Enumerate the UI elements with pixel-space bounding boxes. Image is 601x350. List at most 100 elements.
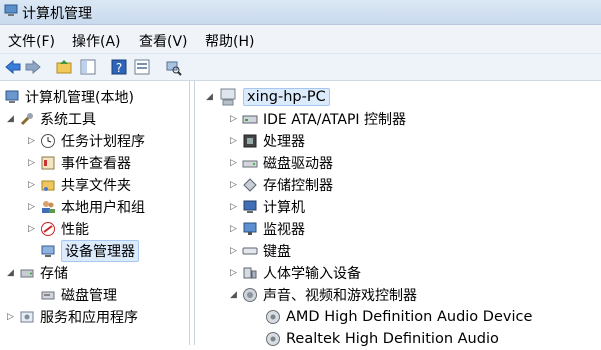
- device-category[interactable]: ▷ 键盘: [229, 240, 291, 262]
- ide-controller-icon: [242, 115, 258, 124]
- device-category-label: 处理器: [263, 134, 305, 150]
- device-category-label: IDE ATA/ATAPI 控制器: [263, 112, 407, 128]
- device-category[interactable]: ▷ IDE ATA/ATAPI 控制器: [229, 108, 406, 130]
- collapsed-arrow-icon[interactable]: ▷: [6, 312, 15, 322]
- menu-bar: 文件(F) 操作(A) 查看(V) 帮助(H): [0, 25, 601, 54]
- computer-icon: [243, 200, 257, 213]
- tree-label: 计算机管理(本地): [25, 90, 134, 106]
- device-category-sound[interactable]: ◢ 声音、视频和游戏控制器: [229, 284, 417, 306]
- device-item[interactable]: AMD High Definition Audio Device: [265, 306, 532, 328]
- device-category-label: 键盘: [263, 244, 291, 260]
- collapsed-arrow-icon[interactable]: ▷: [27, 136, 36, 146]
- collapsed-arrow-icon[interactable]: ▷: [229, 136, 238, 146]
- menu-view[interactable]: 查看(V): [139, 31, 188, 51]
- device-category-label: 监视器: [263, 222, 305, 238]
- collapsed-arrow-icon[interactable]: ▷: [27, 224, 36, 234]
- device-category[interactable]: ▷ 人体学输入设备: [229, 262, 361, 284]
- computer-management-icon: [4, 4, 18, 16]
- storage-icon: [20, 269, 34, 278]
- tree-item-services-apps[interactable]: ▷ 服务和应用程序: [6, 306, 138, 328]
- computer-name: xing-hp-PC: [243, 88, 330, 106]
- keyboard-icon: [242, 247, 258, 255]
- device-category[interactable]: ▷ 存储控制器: [229, 174, 333, 196]
- help-icon[interactable]: ?: [110, 58, 128, 76]
- computer-management-icon: [5, 90, 19, 103]
- services-icon: [20, 311, 34, 323]
- collapsed-arrow-icon[interactable]: ▷: [229, 202, 238, 212]
- device-category-label: 磁盘驱动器: [263, 156, 333, 172]
- device-category-label: 人体学输入设备: [263, 266, 361, 282]
- device-category-label: 声音、视频和游戏控制器: [263, 288, 417, 304]
- device-manager-icon: [41, 245, 55, 257]
- device-tree: ◢ xing-hp-PC ▷ IDE ATA/ATAPI 控制器 ▷ 处理器 ▷…: [194, 81, 601, 347]
- device-category[interactable]: ▷ 监视器: [229, 218, 305, 240]
- back-icon[interactable]: [4, 58, 22, 76]
- disk-drive-icon: [242, 160, 258, 168]
- svg-text:?: ?: [116, 61, 122, 75]
- device-category-label: 计算机: [263, 200, 305, 216]
- tree-item-event-viewer[interactable]: ▷ 事件查看器: [27, 152, 131, 174]
- tree-label-selected: 设备管理器: [61, 240, 139, 262]
- device-item[interactable]: Realtek High Definition Audio: [265, 328, 499, 350]
- menu-help[interactable]: 帮助(H): [205, 31, 254, 51]
- show-hide-tree-icon[interactable]: [79, 58, 97, 76]
- collapsed-arrow-icon[interactable]: ▷: [229, 224, 238, 234]
- collapsed-arrow-icon[interactable]: ▷: [27, 158, 36, 168]
- properties-icon[interactable]: [133, 58, 151, 76]
- performance-icon: [41, 222, 55, 236]
- expanded-arrow-icon[interactable]: ◢: [6, 114, 15, 124]
- device-item-label: AMD High Definition Audio Device: [286, 309, 533, 325]
- expanded-arrow-icon[interactable]: ◢: [6, 268, 15, 278]
- tree-label: 存储: [40, 266, 68, 282]
- device-category[interactable]: ▷ 磁盘驱动器: [229, 152, 333, 174]
- disk-management-icon: [41, 291, 55, 300]
- menu-action[interactable]: 操作(A): [72, 31, 121, 51]
- tree-label: 服务和应用程序: [40, 310, 138, 326]
- clock-icon: [41, 134, 55, 148]
- up-folder-icon[interactable]: [55, 58, 73, 76]
- tree-item-device-manager[interactable]: 设备管理器: [40, 240, 139, 262]
- collapsed-arrow-icon[interactable]: ▷: [229, 158, 238, 168]
- title-bar: 计算机管理: [0, 0, 601, 25]
- processor-icon: [243, 134, 257, 148]
- audio-device-icon: [266, 310, 280, 324]
- tree-item-shared-folders[interactable]: ▷ 共享文件夹: [27, 174, 131, 196]
- users-icon: [42, 201, 55, 213]
- tree-item-system-tools[interactable]: ◢ 系统工具: [6, 108, 96, 130]
- tree-item-root[interactable]: 计算机管理(本地): [4, 86, 134, 108]
- collapsed-arrow-icon[interactable]: ▷: [229, 268, 238, 278]
- tree-label: 磁盘管理: [61, 288, 117, 304]
- collapsed-arrow-icon[interactable]: ▷: [27, 180, 36, 190]
- device-category[interactable]: ▷ 处理器: [229, 130, 305, 152]
- tree-label: 性能: [61, 222, 89, 238]
- tree-item-disk-management[interactable]: 磁盘管理: [40, 284, 117, 306]
- speaker-icon: [243, 288, 257, 302]
- console-tree: 计算机管理(本地) ◢ 系统工具 ▷ 任务计划程序 ▷ 事件查看器 ▷ 共享文件…: [0, 81, 190, 345]
- collapsed-arrow-icon[interactable]: ▷: [229, 246, 238, 256]
- expanded-arrow-icon[interactable]: ◢: [229, 290, 238, 300]
- device-category-label: 存储控制器: [263, 178, 333, 194]
- device-category[interactable]: ▷ 计算机: [229, 196, 305, 218]
- event-log-icon: [41, 156, 55, 170]
- window-title: 计算机管理: [22, 6, 92, 22]
- tree-label: 任务计划程序: [61, 134, 145, 150]
- collapsed-arrow-icon[interactable]: ▷: [229, 114, 238, 124]
- forward-icon[interactable]: [24, 58, 42, 76]
- tree-item-performance[interactable]: ▷ 性能: [27, 218, 89, 240]
- collapsed-arrow-icon[interactable]: ▷: [229, 180, 238, 190]
- tree-label: 系统工具: [40, 112, 96, 128]
- scan-hardware-icon[interactable]: [164, 58, 182, 76]
- storage-controller-icon: [243, 178, 257, 192]
- monitor-icon: [243, 222, 257, 235]
- menu-file[interactable]: 文件(F): [8, 31, 55, 51]
- tree-item-local-users[interactable]: ▷ 本地用户和组: [27, 196, 145, 218]
- tree-item-storage[interactable]: ◢ 存储: [6, 262, 68, 284]
- tree-label: 本地用户和组: [61, 200, 145, 216]
- hid-icon: [243, 267, 257, 279]
- expanded-arrow-icon[interactable]: ◢: [205, 92, 214, 102]
- tree-item-task-scheduler[interactable]: ▷ 任务计划程序: [27, 130, 145, 152]
- collapsed-arrow-icon[interactable]: ▷: [27, 202, 36, 212]
- device-root-computer[interactable]: ◢ xing-hp-PC: [205, 86, 330, 108]
- pc-icon: [220, 88, 236, 106]
- shared-folder-icon: [41, 180, 55, 191]
